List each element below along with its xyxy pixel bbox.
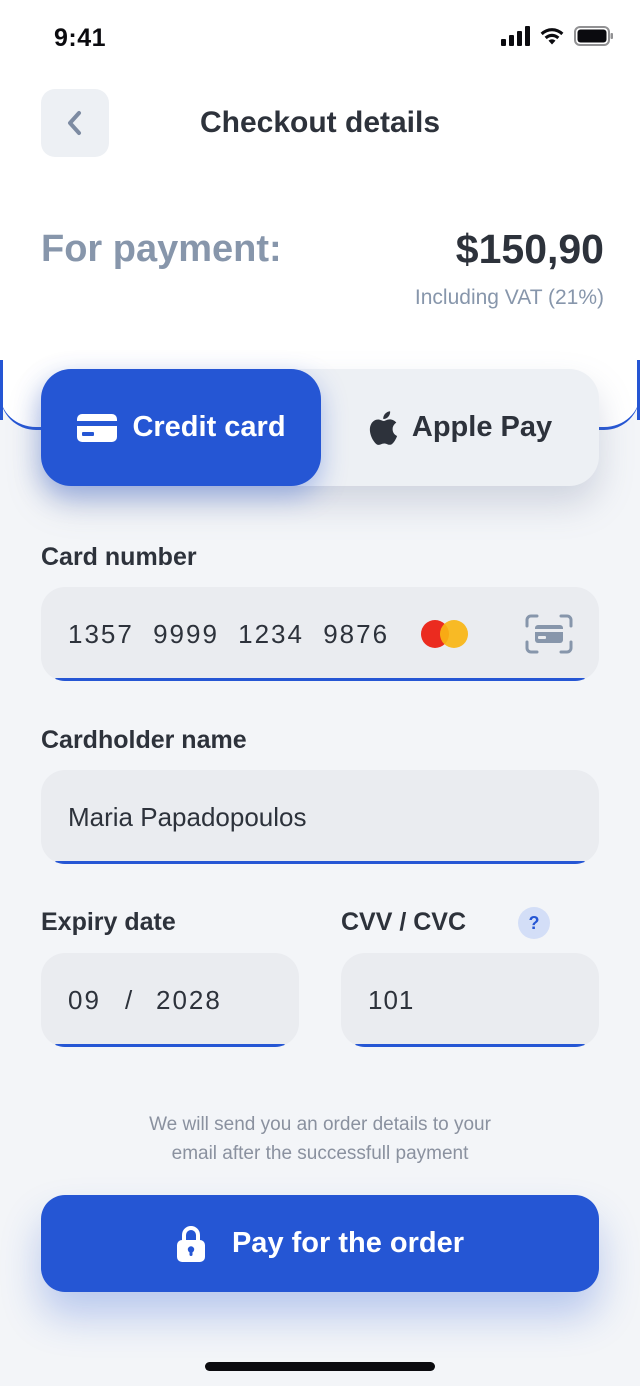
expiry-year-input[interactable] xyxy=(156,953,276,1047)
expiry-month-input[interactable] xyxy=(68,953,108,1047)
status-time: 9:41 xyxy=(54,24,107,52)
wifi-icon xyxy=(540,28,564,45)
cvv-label: CVV / CVC xyxy=(341,908,467,936)
pay-button-label: Pay for the order xyxy=(231,1227,465,1259)
vat-note: Including VAT (21%) xyxy=(414,286,604,309)
email-notice: We will send you an order details to you… xyxy=(100,1110,540,1168)
page-title: Checkout details xyxy=(199,106,441,139)
apple-icon xyxy=(369,410,397,445)
cardholder-input[interactable] xyxy=(68,770,568,864)
card-number-input[interactable] xyxy=(68,587,408,681)
card-number-field xyxy=(41,587,599,681)
expiry-label: Expiry date xyxy=(41,908,176,936)
expiry-field: / xyxy=(41,953,299,1047)
tab-apple-pay[interactable]: Apple Pay xyxy=(321,369,599,486)
cardholder-field xyxy=(41,770,599,864)
lock-icon xyxy=(176,1225,205,1262)
cvv-field xyxy=(341,953,599,1047)
cardholder-label: Cardholder name xyxy=(41,726,247,754)
expiry-separator: / xyxy=(125,984,133,1015)
email-notice-line-2: email after the successfull payment xyxy=(171,1143,469,1164)
payment-amount: $150,90 xyxy=(455,226,604,272)
payment-method-selector: Credit card Apple Pay xyxy=(41,369,599,486)
cvv-help-button[interactable]: ? xyxy=(518,907,550,939)
pay-button[interactable]: Pay for the order xyxy=(41,1195,599,1292)
scan-card-icon[interactable] xyxy=(525,614,573,654)
tab-apple-pay-label: Apple Pay xyxy=(411,411,553,443)
email-notice-line-1: We will send you an order details to you… xyxy=(149,1114,491,1135)
home-indicator xyxy=(205,1362,435,1371)
cellular-signal-icon xyxy=(501,26,530,46)
status-bar: 9:41 xyxy=(0,0,640,80)
cvv-input[interactable] xyxy=(368,953,568,1047)
battery-icon xyxy=(574,26,613,46)
tab-credit-card[interactable]: Credit card xyxy=(41,369,321,486)
tab-credit-card-label: Credit card xyxy=(132,411,286,443)
mastercard-icon xyxy=(421,620,469,648)
card-number-label: Card number xyxy=(41,543,197,571)
credit-card-icon xyxy=(77,413,118,442)
payment-label: For payment: xyxy=(41,228,282,270)
status-icons xyxy=(501,26,614,46)
